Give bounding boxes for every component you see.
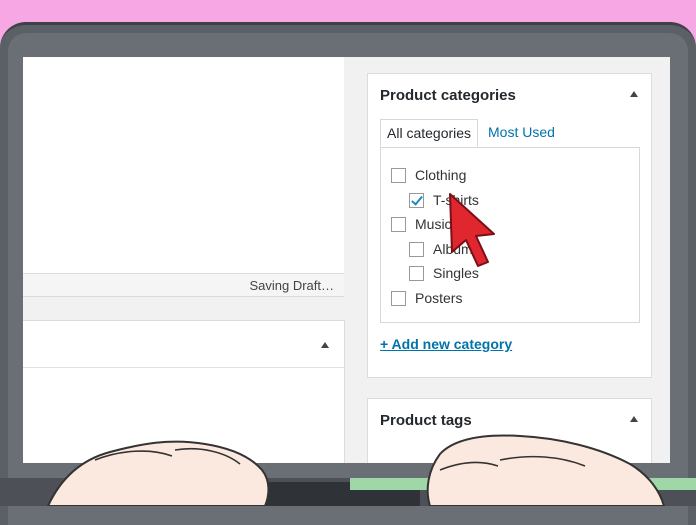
content-editor[interactable] — [23, 57, 344, 273]
category-checklist: Clothing T-shirts Music Albums Singles P… — [380, 147, 640, 323]
hands-illustration — [0, 434, 696, 506]
meta-box-header[interactable] — [23, 321, 344, 368]
category-item-music[interactable]: Music — [391, 214, 452, 234]
collapse-arrow-icon[interactable] — [321, 342, 329, 348]
category-checkbox[interactable] — [409, 265, 424, 281]
category-checkbox[interactable] — [391, 216, 406, 232]
category-checkbox[interactable] — [391, 290, 406, 306]
editor-status-bar: Saving Draft… — [23, 273, 344, 297]
mouse-pointer-icon — [449, 193, 495, 267]
product-categories-panel: Product categories All categories Most U… — [367, 73, 652, 378]
category-checkbox[interactable] — [409, 241, 424, 257]
tab-all-categories[interactable]: All categories — [380, 119, 479, 147]
category-item-clothing[interactable]: Clothing — [391, 165, 466, 185]
panel-title: Product categories — [380, 87, 516, 104]
category-label: Posters — [415, 290, 463, 306]
add-new-category-link[interactable]: + Add new category — [380, 336, 512, 352]
tab-most-used[interactable]: Most Used — [482, 119, 561, 145]
category-label: Clothing — [415, 167, 467, 183]
category-item-posters[interactable]: Posters — [391, 288, 462, 308]
saving-status: Saving Draft… — [249, 278, 334, 293]
collapse-arrow-icon[interactable] — [630, 91, 638, 97]
checkmark-icon[interactable] — [409, 192, 424, 208]
category-checkbox[interactable] — [391, 167, 406, 183]
screen: Saving Draft… Product categories All cat… — [23, 57, 670, 463]
